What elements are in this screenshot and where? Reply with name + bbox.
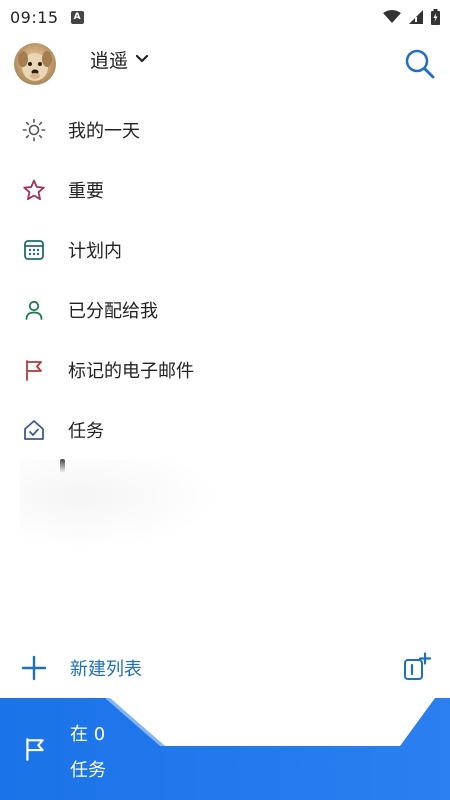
nav-label: 已分配给我	[68, 301, 158, 322]
nav-label: 我的一天	[68, 121, 140, 142]
avatar-dog-icon	[18, 51, 52, 81]
nav-item-my-day[interactable]: 我的一天	[0, 100, 450, 160]
avatar[interactable]	[14, 43, 56, 85]
status-right	[383, 9, 440, 25]
new-list-label: 新建列表	[70, 659, 142, 680]
person-icon	[20, 296, 48, 324]
signal-icon	[409, 10, 423, 24]
new-group-icon	[404, 652, 432, 680]
search-icon	[405, 49, 435, 79]
nav-item-flagged-email[interactable]: 标记的电子邮件	[0, 340, 450, 400]
nav-label: 标记的电子邮件	[68, 361, 194, 382]
status-time: 09:15	[10, 7, 59, 27]
account-name: 逍遥	[90, 49, 129, 72]
banner-title: 在 0	[70, 724, 106, 745]
blurred-region	[20, 460, 220, 550]
screen: 09:15 A 逍遥 我的一天 重要 计划内 已分配给我 标记的电子邮件 任务 …	[0, 0, 450, 800]
account-switcher[interactable]: 逍遥	[90, 43, 149, 75]
nav-list: 我的一天 重要 计划内 已分配给我 标记的电子邮件 任务	[0, 100, 450, 460]
plus-icon	[20, 654, 48, 682]
status-left: 09:15 A	[10, 8, 84, 27]
search-button[interactable]	[402, 46, 438, 82]
banner-subtitle: 任务	[70, 760, 106, 781]
new-list-row: 新建列表	[0, 640, 450, 696]
nav-item-important[interactable]: 重要	[0, 160, 450, 220]
new-list-button[interactable]: 新建列表	[20, 652, 260, 684]
battery-icon	[431, 9, 440, 25]
a-icon: A	[70, 10, 84, 24]
nav-label: 重要	[68, 181, 104, 202]
calendar-icon	[20, 236, 48, 264]
sun-icon	[20, 116, 48, 144]
nav-item-tasks[interactable]: 任务	[0, 400, 450, 460]
wifi-icon	[383, 10, 401, 23]
nav-item-assigned-to-me[interactable]: 已分配给我	[0, 280, 450, 340]
status-bar: 09:15 A	[0, 0, 450, 34]
new-group-button[interactable]	[400, 650, 434, 684]
blurred-mark	[60, 459, 65, 473]
nav-label: 任务	[68, 421, 104, 442]
banner-cutout-shape	[105, 698, 435, 746]
bottom-banner[interactable]: 在 0 任务	[0, 698, 450, 800]
nav-item-planned[interactable]: 计划内	[0, 220, 450, 280]
star-icon	[20, 176, 48, 204]
nav-label: 计划内	[68, 241, 122, 262]
home-icon	[20, 416, 48, 444]
flag-icon	[20, 356, 48, 384]
chevron-down-icon	[136, 55, 149, 63]
header: 逍遥	[0, 38, 450, 98]
flag-icon	[26, 738, 44, 761]
